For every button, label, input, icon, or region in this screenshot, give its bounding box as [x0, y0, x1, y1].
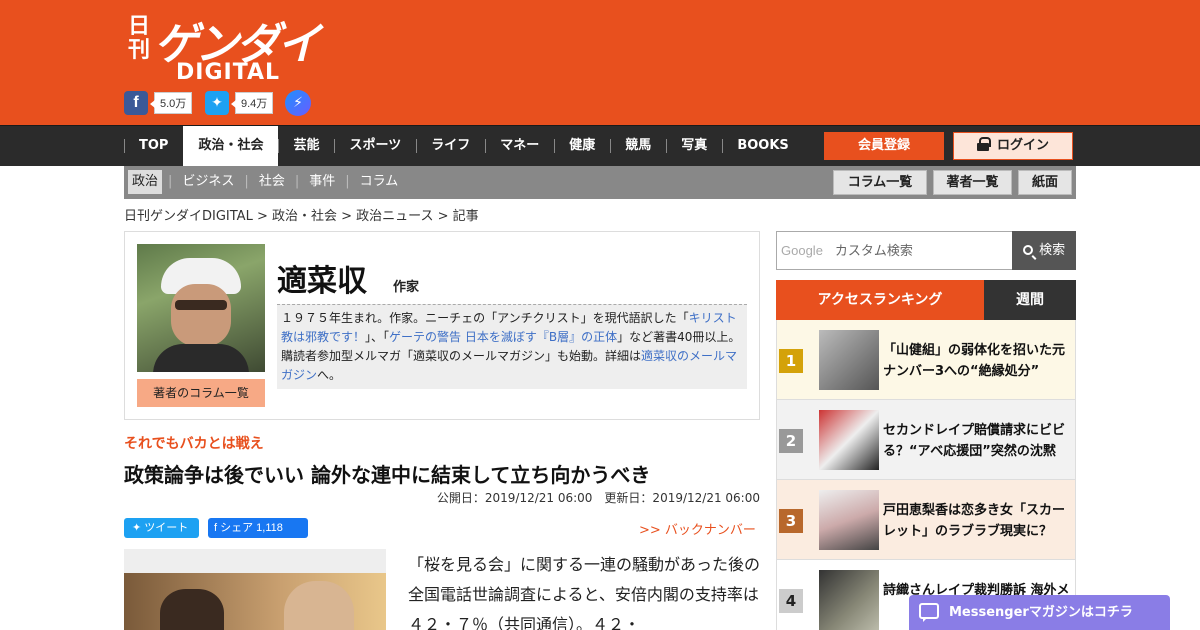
nav-politics-society[interactable]: 政治・社会: [183, 126, 279, 166]
subnav-business[interactable]: ビジネス: [178, 170, 238, 194]
main-nav: TOP 政治・社会 芸能 スポーツ ライフ マネー 健康 競馬 写真 BOOKS…: [0, 125, 1200, 166]
bio-text: 」、「: [365, 330, 390, 344]
login-button[interactable]: ログイン: [953, 132, 1073, 160]
ranking-title: 「山健組」の弱体化を招いた元ナンバー3への“絶縁処分”: [883, 343, 1066, 379]
search-button-label: 検索: [1039, 243, 1066, 258]
subnav-politics[interactable]: 政治: [128, 170, 163, 194]
twitter-count: 9.4万: [230, 92, 274, 114]
ranking-thumbnail: [819, 570, 879, 630]
register-button[interactable]: 会員登録: [824, 132, 944, 160]
tweet-button[interactable]: ✦ ツイート: [124, 518, 199, 538]
twitter-icon[interactable]: ✦: [205, 91, 229, 115]
twitter-share-group[interactable]: ✦ 9.4万: [205, 91, 274, 115]
article-kicker[interactable]: それでもバカとは戦え: [124, 433, 264, 453]
facebook-count: 5.0万: [149, 92, 193, 114]
tweet-label: ツイート: [144, 522, 189, 534]
breadcrumb[interactable]: 日刊ゲンダイDIGITAL > 政治・社会 > 政治ニュース > 記事: [124, 205, 479, 224]
ranking-item[interactable]: 2 セカンドレイプ賠償請求にビビる？“アベ応援団”突然の沈黙: [777, 400, 1075, 480]
site-logo[interactable]: 日刊 ゲンダイ DIGITAL: [124, 8, 324, 86]
author-box: 著者のコラム一覧 適菜収 作家 １９７５年生まれ。作家。ニーチェの「アンチクリス…: [124, 231, 760, 420]
ranking-item[interactable]: 1 「山健組」の弱体化を招いた元ナンバー3への“絶縁処分”: [777, 320, 1075, 400]
column-list-button[interactable]: コラム一覧: [833, 170, 927, 195]
nav-health[interactable]: 健康: [554, 126, 610, 166]
search-icon: [1022, 245, 1033, 255]
rank-number: 2: [779, 429, 803, 453]
bio-text: １９７５年生まれ。作家。ニーチェの「アンチクリスト」を現代語訳した「: [281, 311, 689, 325]
nav-keiba[interactable]: 競馬: [610, 126, 666, 166]
facebook-icon[interactable]: f: [124, 91, 148, 115]
rank-number: 4: [779, 589, 803, 613]
logo-digital-text: DIGITAL: [176, 60, 281, 85]
chat-bubble-icon: [919, 603, 939, 622]
author-photo: [137, 244, 265, 372]
article-dates: 公開日：2019/12/21 06:00 更新日：2019/12/21 06:0…: [436, 491, 760, 505]
site-header: 日刊 ゲンダイ DIGITAL f 5.0万 ✦ 9.4万 ⚡: [0, 0, 1200, 125]
subnav-society[interactable]: 社会: [255, 170, 289, 194]
logo-small-text: 日刊: [128, 13, 151, 63]
book-link-goethe[interactable]: ゲーテの警告 日本を滅ぼす『B層』の正体: [389, 330, 617, 344]
messenger-icon[interactable]: ⚡: [285, 90, 311, 116]
ranking-title: セカンドレイプ賠償請求にビビる？“アベ応援団”突然の沈黙: [883, 423, 1066, 459]
ranking-title: 戸田恵梨香は恋多き女「スカーレット」のラブラブ現実に？: [883, 503, 1066, 539]
nav-photo[interactable]: 写真: [666, 126, 722, 166]
back-number-link[interactable]: >> バックナンバー: [639, 519, 756, 538]
tab-access-ranking[interactable]: アクセスランキング: [776, 280, 984, 320]
author-role: 作家: [393, 280, 420, 295]
nav-entertainment[interactable]: 芸能: [278, 126, 334, 166]
share-label: シェア 1,118: [220, 522, 283, 534]
nav-top[interactable]: TOP: [124, 126, 183, 166]
subnav-column[interactable]: コラム: [356, 170, 403, 194]
article-photo: [124, 549, 386, 630]
search-input[interactable]: Google カスタム検索: [776, 231, 1013, 270]
lock-icon: [976, 137, 991, 151]
nav-money[interactable]: マネー: [485, 126, 554, 166]
messenger-magazine-banner[interactable]: Messengerマガジンはコチラ: [909, 595, 1170, 630]
ranking-thumbnail: [819, 490, 879, 550]
facebook-share-group[interactable]: f 5.0万: [124, 91, 193, 115]
twitter-bird-icon: ✦: [132, 522, 145, 534]
bio-text: へ。: [317, 368, 342, 382]
ranking-list: 1 「山健組」の弱体化を招いた元ナンバー3への“絶縁処分” 2 セカンドレイプ賠…: [776, 320, 1076, 630]
subnav-separator: |: [244, 174, 249, 189]
author-bio: １９７５年生まれ。作家。ニーチェの「アンチクリスト」を現代語訳した「キリスト教は…: [277, 304, 747, 389]
sub-nav: 政治 | ビジネス | 社会 | 事件 | コラム コラム一覧 著者一覧 紙面: [124, 166, 1076, 199]
ranking-thumbnail: [819, 410, 879, 470]
ranking-thumbnail: [819, 330, 879, 390]
newspaper-button[interactable]: 紙面: [1018, 170, 1072, 195]
author-name: 適菜収: [277, 264, 367, 299]
messenger-banner-label: Messengerマガジンはコチラ: [949, 605, 1133, 620]
messenger-share-group[interactable]: ⚡: [285, 90, 311, 116]
article-headline: 政策論争は後でいい 論外な連中に結束して立ち向かうべき: [124, 463, 651, 487]
ranking-tabs: アクセスランキング 週間: [776, 280, 1076, 320]
search-placeholder: カスタム検索: [834, 244, 913, 259]
subnav-separator: |: [345, 174, 350, 189]
article-body: 「桜を見る会」に関する一連の騒動があった後の全国電話世論調査によると、安倍内閣の…: [408, 555, 761, 630]
search-button[interactable]: 検索: [1012, 231, 1076, 270]
tab-weekly[interactable]: 週間: [984, 280, 1076, 320]
author-columns-button[interactable]: 著者のコラム一覧: [137, 379, 265, 407]
nav-sports[interactable]: スポーツ: [334, 126, 416, 166]
rank-number: 1: [779, 349, 803, 373]
login-label: ログイン: [996, 138, 1049, 153]
nav-life[interactable]: ライフ: [416, 126, 485, 166]
rank-number: 3: [779, 509, 803, 533]
author-list-button[interactable]: 著者一覧: [933, 170, 1012, 195]
ranking-item[interactable]: 3 戸田恵梨香は恋多き女「スカーレット」のラブラブ現実に？: [777, 480, 1075, 560]
google-label: Google: [781, 243, 823, 258]
subnav-separator: |: [294, 174, 300, 189]
subnav-separator: |: [168, 174, 173, 189]
nav-books[interactable]: BOOKS: [722, 126, 803, 166]
subnav-incident[interactable]: 事件: [305, 170, 339, 194]
facebook-share-button[interactable]: f シェア 1,118: [208, 518, 308, 538]
